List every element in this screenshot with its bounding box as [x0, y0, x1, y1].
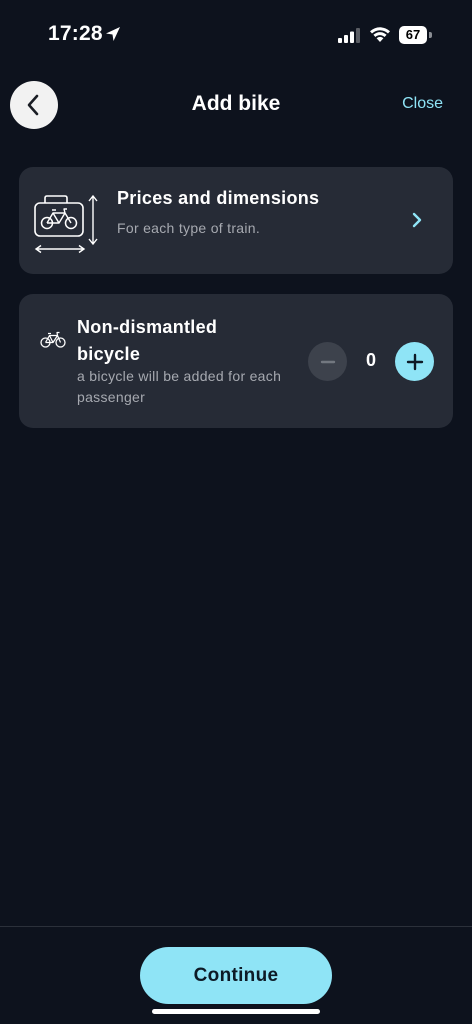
continue-button[interactable]: Continue — [140, 947, 332, 1004]
battery-indicator: 67 — [399, 26, 432, 44]
status-time: 17:28 — [48, 22, 103, 45]
wifi-icon — [370, 27, 390, 42]
bicycle-option-description: a bicycle will be added for each passeng… — [77, 368, 282, 405]
quantity-value: 0 — [365, 350, 376, 370]
prices-dimensions-card[interactable]: Prices and dimensions For each type of t… — [19, 167, 453, 274]
increase-quantity-button[interactable] — [395, 342, 434, 381]
bottom-divider — [0, 926, 472, 927]
battery-level: 67 — [399, 26, 427, 44]
location-arrow-icon — [106, 27, 120, 41]
plus-icon — [406, 353, 423, 370]
prices-subtitle: For each type of train. — [117, 220, 261, 236]
bicycle-option-card: Non-dismantled bicycle a bicycle will be… — [19, 294, 453, 428]
bicycle-option-title: Non-dismantled bicycle — [77, 317, 218, 364]
home-indicator — [152, 1009, 320, 1014]
luggage-bike-dimensions-icon — [34, 194, 98, 254]
minus-icon — [320, 360, 335, 363]
status-bar: 17:28 67 — [0, 0, 472, 70]
chevron-right-icon — [412, 212, 422, 228]
bicycle-icon — [40, 331, 66, 348]
prices-title: Prices and dimensions — [117, 188, 320, 208]
battery-tip — [429, 32, 432, 38]
close-button[interactable]: Close — [402, 95, 443, 113]
screen: 17:28 67 Add bike Close Prices and dimen… — [0, 0, 472, 1024]
cellular-signal-icon — [338, 28, 360, 43]
decrease-quantity-button[interactable] — [308, 342, 347, 381]
